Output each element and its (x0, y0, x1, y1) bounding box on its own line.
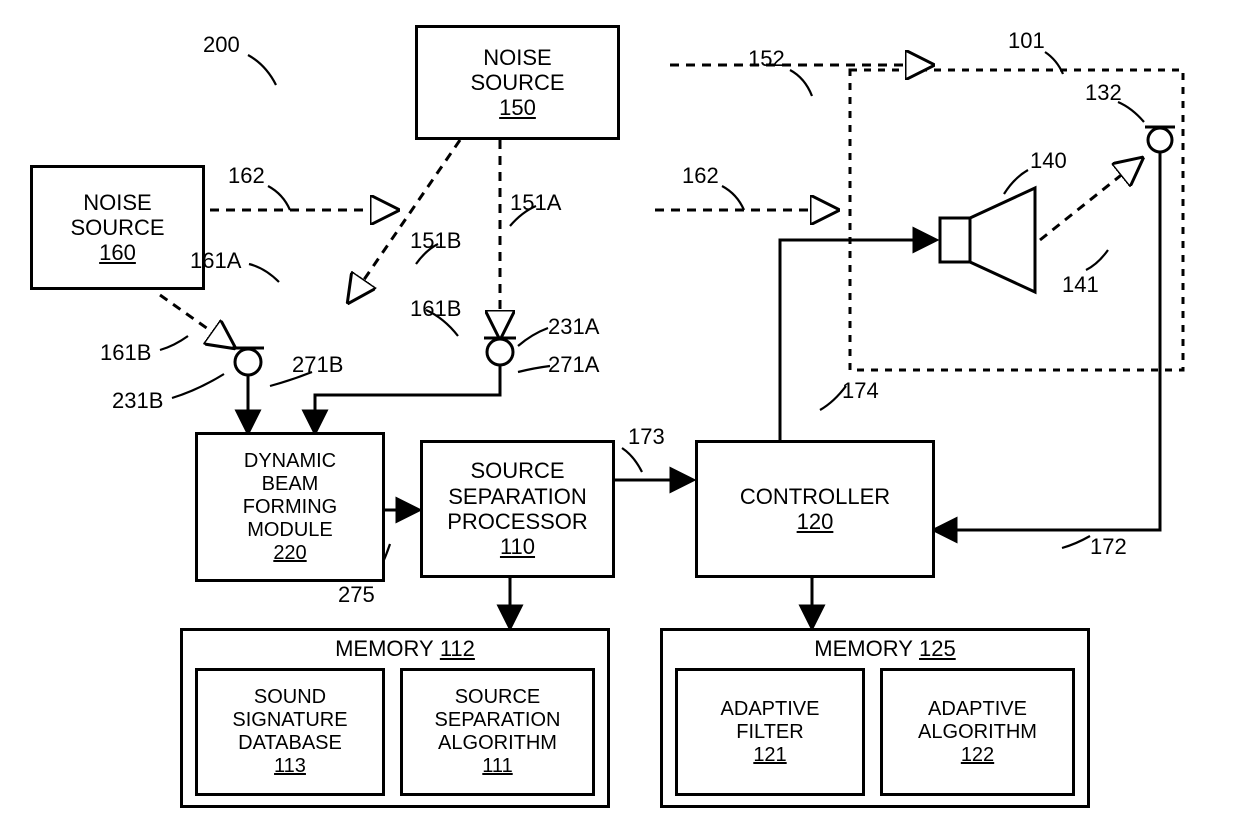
ref-172: 172 (1090, 534, 1127, 560)
ref-101: 101 (1008, 28, 1045, 54)
ref-271A: 271A (548, 352, 599, 378)
label: SEPARATION (435, 709, 561, 732)
ref-151B: 151B (410, 228, 461, 254)
block-source-separation-processor: SOURCE SEPARATION PROCESSOR 110 (420, 440, 615, 578)
ref-271B: 271B (292, 352, 343, 378)
ref-161A: 161A (190, 248, 241, 274)
ref-140: 140 (1030, 148, 1067, 174)
label: CONTROLLER (740, 484, 890, 509)
ref-num: 121 (753, 744, 786, 767)
ref-num: 122 (961, 744, 994, 767)
label: DATABASE (238, 732, 342, 755)
block-sound-signature-database: SOUND SIGNATURE DATABASE 113 (195, 668, 385, 796)
label: FILTER (736, 721, 803, 744)
label: BEAM (262, 473, 319, 496)
block-dynamic-beam-forming-module: DYNAMIC BEAM FORMING MODULE 220 (195, 432, 385, 582)
ref-162-right: 162 (682, 163, 719, 189)
label: ALGORITHM (918, 721, 1037, 744)
ref-num: 125 (919, 636, 956, 661)
ref-173: 173 (628, 424, 665, 450)
ref-231A: 231A (548, 314, 599, 340)
label: ADAPTIVE (928, 698, 1027, 721)
ref-174: 174 (842, 378, 879, 404)
label: SOUND (254, 686, 326, 709)
ref-num: 110 (500, 534, 535, 559)
ref-151A: 151A (510, 190, 561, 216)
label: SEPARATION (448, 484, 587, 509)
label: FORMING (243, 496, 337, 519)
ref-200: 200 (203, 32, 240, 58)
memory-125-title: MEMORY 125 (795, 636, 975, 662)
label: SOURCE (470, 70, 564, 95)
ref-141: 141 (1062, 272, 1099, 298)
ref-275: 275 (338, 582, 375, 608)
block-noise-source-150: NOISE SOURCE 150 (415, 25, 620, 140)
label: MEMORY (814, 636, 913, 661)
label: ADAPTIVE (721, 698, 820, 721)
ref-num: 120 (797, 509, 834, 534)
label: SIGNATURE (232, 709, 347, 732)
ref-num: 160 (99, 240, 136, 265)
ref-161B-right: 161B (410, 296, 461, 322)
ref-num: 220 (273, 542, 306, 565)
label: NOISE (483, 45, 551, 70)
block-controller: CONTROLLER 120 (695, 440, 935, 578)
label: MODULE (247, 519, 333, 542)
label: SOURCE (70, 215, 164, 240)
ref-162-left: 162 (228, 163, 265, 189)
label: NOISE (83, 190, 151, 215)
label: MEMORY (335, 636, 434, 661)
label: DYNAMIC (244, 450, 336, 473)
ref-num: 113 (274, 755, 306, 778)
ref-132: 132 (1085, 80, 1122, 106)
block-adaptive-filter: ADAPTIVE FILTER 121 (675, 668, 865, 796)
label: SOURCE (470, 458, 564, 483)
ref-num: 150 (499, 95, 536, 120)
label: SOURCE (455, 686, 541, 709)
ref-231B: 231B (112, 388, 163, 414)
ref-num: 112 (440, 636, 475, 661)
ref-161B-left: 161B (100, 340, 151, 366)
block-adaptive-algorithm: ADAPTIVE ALGORITHM 122 (880, 668, 1075, 796)
memory-112-title: MEMORY 112 (315, 636, 495, 662)
label: ALGORITHM (438, 732, 557, 755)
ref-152: 152 (748, 46, 785, 72)
label: PROCESSOR (447, 509, 588, 534)
block-source-separation-algorithm: SOURCE SEPARATION ALGORITHM 111 (400, 668, 595, 796)
block-noise-source-160: NOISE SOURCE 160 (30, 165, 205, 290)
ref-num: 111 (482, 755, 512, 778)
